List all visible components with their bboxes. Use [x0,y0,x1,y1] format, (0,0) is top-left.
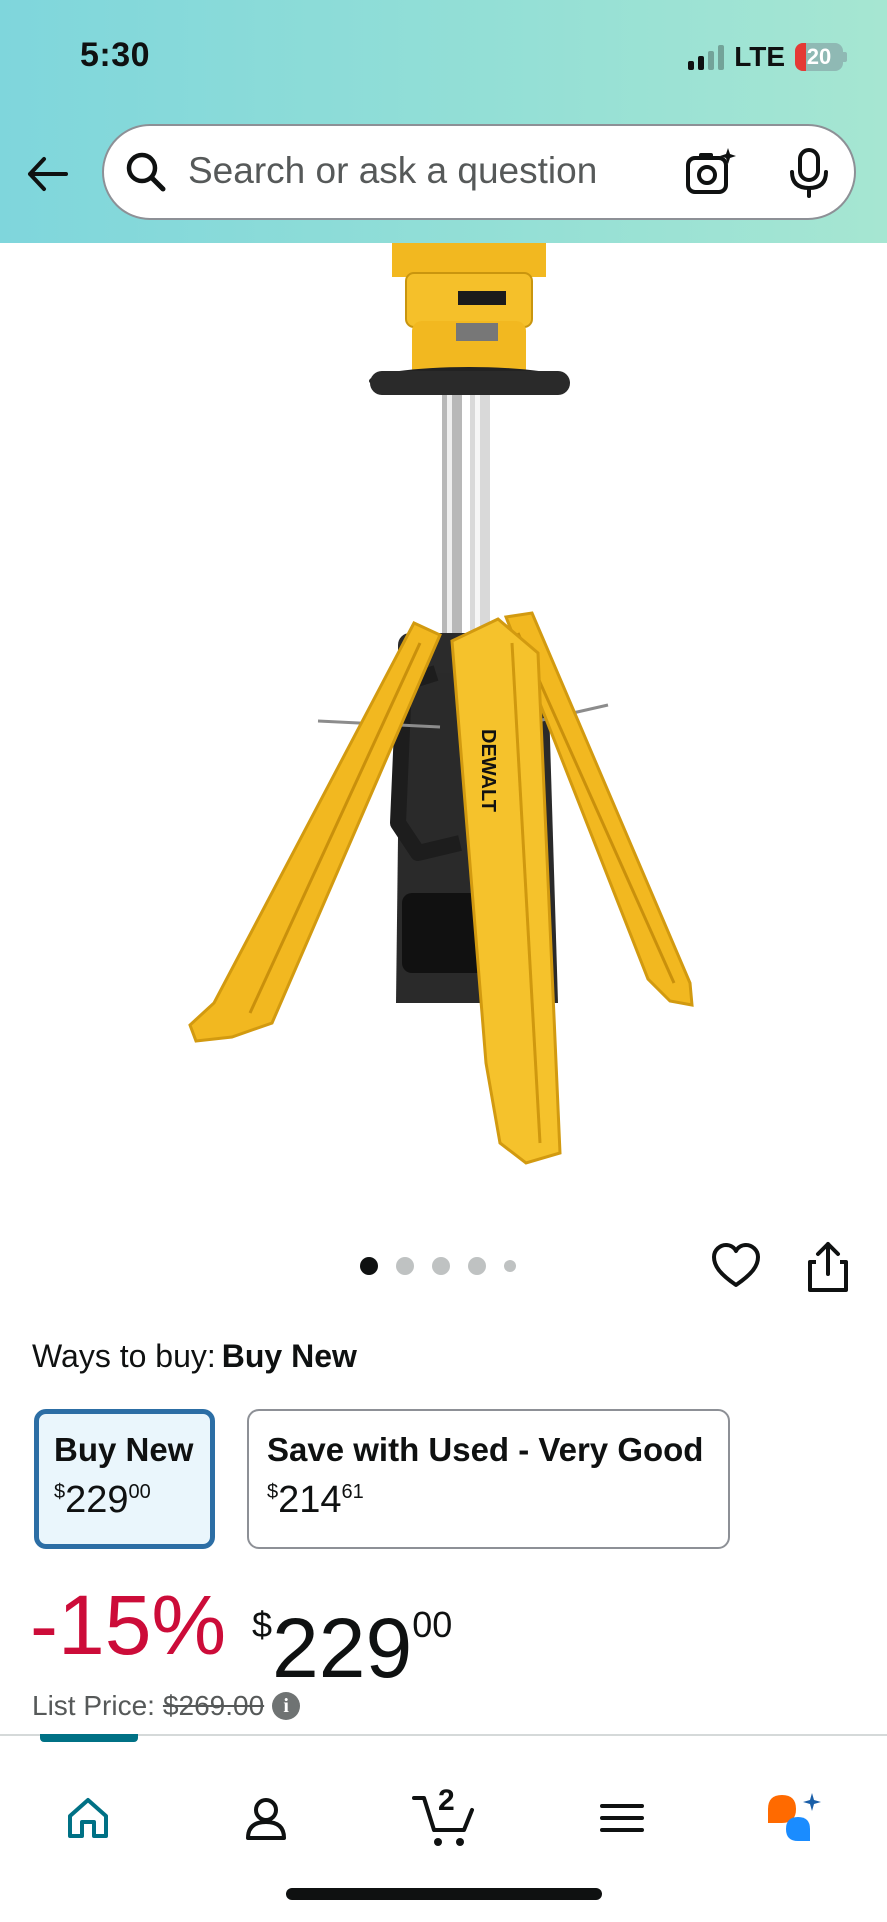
info-icon[interactable]: i [272,1692,301,1720]
carousel-dot[interactable] [504,1260,516,1272]
buy-new-option[interactable]: Buy New $22900 [34,1409,215,1549]
home-indicator [286,1888,602,1900]
search-bar[interactable]: Search or ask a question [102,124,856,220]
nav-menu[interactable] [592,1788,652,1848]
arrow-left-icon [28,157,68,191]
battery-level: 20 [806,44,832,69]
back-button[interactable] [22,148,74,200]
account-icon [246,1798,286,1840]
product-image[interactable]: DEWALT [0,243,887,1193]
carousel-dot[interactable] [432,1257,450,1275]
ways-to-buy-label: Ways to buy: [32,1338,216,1374]
carousel-dot[interactable] [360,1257,378,1275]
status-indicators: LTE 20 [688,40,847,74]
microphone-icon[interactable] [784,146,834,200]
brand-logo-text: DEWALT [477,729,499,812]
used-very-good-option[interactable]: Save with Used - Very Good $21461 [247,1409,730,1549]
nav-rufus[interactable] [764,1788,824,1848]
carousel-dot[interactable] [396,1257,414,1275]
camera-sparkle-icon[interactable] [684,146,738,200]
cart-count: 2 [438,1784,455,1817]
wishlist-button[interactable] [710,1240,762,1292]
lamp-logo-badge [458,291,506,305]
active-tab-indicator [40,1734,138,1742]
option-price: $21461 [267,1479,364,1521]
share-icon [808,1242,848,1292]
nav-account[interactable] [236,1788,296,1848]
share-button[interactable] [804,1240,852,1294]
top-header: 5:30 LTE 20 Search or ask a question [0,0,887,243]
nav-cart[interactable]: 2 [412,1784,478,1848]
network-type: LTE [734,41,785,72]
discount-percent: -15% [30,1578,227,1672]
ways-to-buy: Ways to buy: Buy New [32,1338,357,1375]
nav-home[interactable] [58,1788,118,1848]
home-icon [68,1798,108,1838]
image-carousel-indicator[interactable] [360,1257,516,1275]
list-price-value: $269.00 [162,1690,265,1721]
option-title: Buy New [54,1431,194,1468]
search-icon [126,152,166,192]
option-price: $22900 [54,1479,151,1521]
list-price: List Price: $269.00 i [32,1690,301,1722]
rufus-icon [768,1793,821,1841]
ways-to-buy-selected: Buy New [221,1338,357,1374]
battery-icon: 20 [795,43,847,71]
carousel-dot[interactable] [468,1257,486,1275]
option-title: Save with Used - Very Good [267,1431,704,1468]
cellular-signal-icon [688,44,725,70]
search-input[interactable]: Search or ask a question [188,150,597,192]
menu-icon [600,1804,644,1832]
list-price-label: List Price: [32,1690,155,1721]
heart-icon [712,1243,760,1287]
status-time: 5:30 [80,36,151,74]
